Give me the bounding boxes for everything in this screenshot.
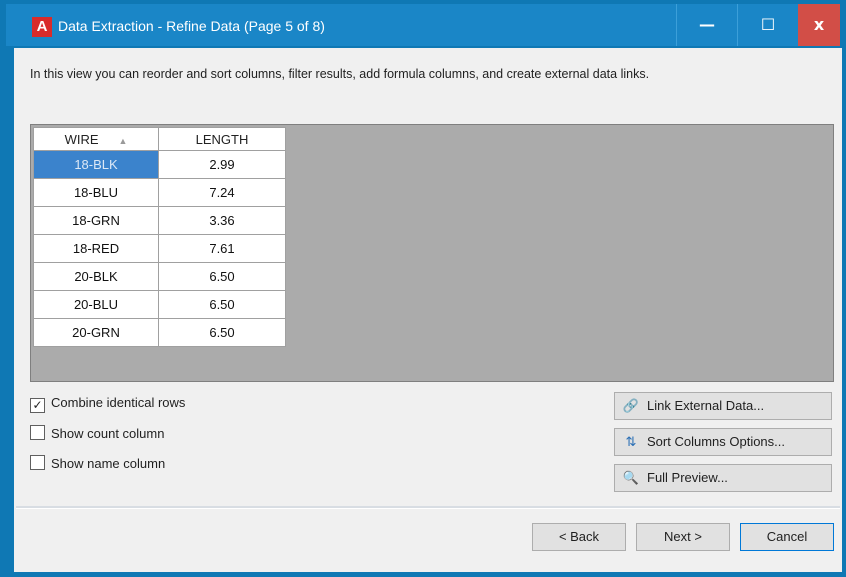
link-external-data-button[interactable]: 🔗 Link External Data... <box>614 392 832 420</box>
back-button[interactable]: < Back <box>532 523 626 551</box>
show-count-column-label: Show count column <box>51 426 165 441</box>
table-row[interactable]: 20-GRN 6.50 <box>33 318 286 347</box>
table-row[interactable]: 20-BLU 6.50 <box>33 290 286 319</box>
combine-identical-rows-checkbox[interactable]: ✓ <box>30 398 45 413</box>
sort-ascending-icon: ▲ <box>118 135 128 146</box>
cell-wire[interactable]: 20-BLK <box>33 262 159 291</box>
table-row[interactable]: 18-GRN 3.36 <box>33 206 286 235</box>
window-title: Data Extraction - Refine Data (Page 5 of… <box>58 18 325 34</box>
show-name-column-checkbox[interactable] <box>30 455 45 470</box>
table-row[interactable]: 18-BLK 2.99 <box>33 150 286 179</box>
table-row[interactable]: 20-BLK 6.50 <box>33 262 286 291</box>
data-grid-area[interactable]: WIRE ▲ LENGTH 18-BLK 2.99 18-BLU 7.24 18-GR… <box>30 124 834 382</box>
title-bar[interactable]: A Data Extraction - Refine Data (Page 5 … <box>6 4 840 46</box>
cell-wire[interactable]: 20-BLU <box>33 290 159 319</box>
combine-identical-rows-option[interactable]: ✓ Combine identical rows <box>30 395 185 415</box>
minimize-button[interactable]: — <box>676 4 737 46</box>
next-button[interactable]: Next > <box>636 523 730 551</box>
column-header-wire[interactable]: WIRE ▲ <box>33 127 159 151</box>
show-count-column-checkbox[interactable] <box>30 425 45 440</box>
combine-identical-rows-label: Combine identical rows <box>51 395 186 410</box>
cell-length[interactable]: 7.24 <box>158 178 286 207</box>
footer-divider <box>16 506 840 509</box>
instructions-text: In this view you can reorder and sort co… <box>30 67 650 81</box>
cancel-button[interactable]: Cancel <box>740 523 834 551</box>
table-row[interactable]: 18-RED 7.61 <box>33 234 286 263</box>
dialog-window: A Data Extraction - Refine Data (Page 5 … <box>0 0 846 577</box>
cell-length[interactable]: 3.36 <box>158 206 286 235</box>
cell-length[interactable]: 6.50 <box>158 262 286 291</box>
cell-length[interactable]: 6.50 <box>158 318 286 347</box>
full-preview-label: Full Preview... <box>647 470 728 485</box>
cell-wire[interactable]: 18-GRN <box>33 206 159 235</box>
sort-az-icon: ⇅ <box>625 435 637 450</box>
dialog-body: In this view you can reorder and sort co… <box>14 48 842 572</box>
maximize-button[interactable]: ☐ <box>737 4 798 46</box>
cell-wire[interactable]: 20-GRN <box>33 318 159 347</box>
show-name-column-label: Show name column <box>51 456 166 471</box>
preview-magnifier-icon: 🔍 <box>622 471 640 486</box>
cell-length[interactable]: 6.50 <box>158 290 286 319</box>
column-header-length[interactable]: LENGTH <box>158 127 286 151</box>
cell-wire[interactable]: 18-RED <box>33 234 159 263</box>
full-preview-button[interactable]: 🔍 Full Preview... <box>614 464 832 492</box>
close-button[interactable]: x <box>798 4 840 46</box>
sort-columns-options-button[interactable]: ⇅ Sort Columns Options... <box>614 428 832 456</box>
data-grid: WIRE ▲ LENGTH 18-BLK 2.99 18-BLU 7.24 18-GR… <box>33 127 286 347</box>
cell-wire[interactable]: 18-BLU <box>33 178 159 207</box>
show-count-column-option[interactable]: Show count column <box>30 425 164 445</box>
cell-wire[interactable]: 18-BLK <box>33 150 159 179</box>
cell-length[interactable]: 2.99 <box>158 150 286 179</box>
autocad-app-icon: A <box>32 17 52 37</box>
link-icon: 🔗 <box>622 399 640 414</box>
link-external-data-label: Link External Data... <box>647 398 765 413</box>
cell-length[interactable]: 7.61 <box>158 234 286 263</box>
sort-columns-options-label: Sort Columns Options... <box>647 434 785 449</box>
column-header-label: WIRE <box>64 131 99 147</box>
table-row[interactable]: 18-BLU 7.24 <box>33 178 286 207</box>
show-name-column-option[interactable]: Show name column <box>30 455 165 475</box>
